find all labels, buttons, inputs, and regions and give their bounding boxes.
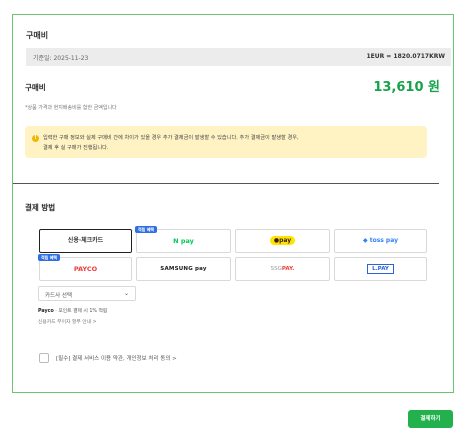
notice-line-1: 입력한 구매 정보와 실제 구매비 간에 차이가 있을 경우 추가 결제금이 발… bbox=[43, 135, 299, 141]
payment-payco-button[interactable]: 적립 혜택 PAYCO bbox=[38, 254, 132, 281]
tosspay-logo: ◆ toss pay bbox=[363, 237, 398, 244]
naverpay-logo: N pay bbox=[173, 237, 194, 245]
rate-value: 1EUR = 1820.0717KRW bbox=[366, 53, 445, 60]
payco-note: Payco · 포인트 결제 시 1% 적립 bbox=[38, 307, 107, 314]
rate-date: 기준일: 2025-11-23 bbox=[33, 55, 89, 62]
payment-lpay-button[interactable]: L.PAY bbox=[334, 257, 427, 281]
payco-logo: PAYCO bbox=[73, 265, 98, 273]
info-icon: ! bbox=[32, 135, 39, 142]
agree-label[interactable]: [필수] 결제 서비스 이용 약관, 개인정보 처리 동의 > bbox=[56, 354, 177, 362]
samsungpay-logo: SAMSUNG pay bbox=[160, 266, 207, 272]
payment-method-title: 결제 방법 bbox=[25, 203, 56, 212]
ssgpay-logo: SSGPAY. bbox=[270, 266, 295, 272]
price-label: 구매비 bbox=[25, 83, 46, 92]
card-company-select[interactable]: 카드사 선택 ⌄ bbox=[38, 286, 136, 301]
payment-card-label: 신용·체크카드 bbox=[67, 237, 104, 244]
payment-ssgpay-button[interactable]: SSGPAY. bbox=[235, 257, 330, 281]
card-select-value: 카드사 선택 bbox=[45, 293, 73, 299]
reward-badge: 적립 혜택 bbox=[135, 226, 158, 233]
payment-samsungpay-button[interactable]: SAMSUNG pay bbox=[136, 257, 231, 281]
purchase-panel: 구매비 기준일: 2025-11-23 1EUR = 1820.0717KRW bbox=[12, 14, 454, 393]
payco-note-text: · 포인트 결제 시 1% 적립 bbox=[53, 309, 108, 314]
reward-badge: 적립 혜택 bbox=[38, 254, 61, 261]
divider bbox=[13, 183, 439, 184]
payment-naverpay-button[interactable]: 적립 혜택 N pay bbox=[135, 226, 231, 253]
pay-button[interactable]: 결제하기 bbox=[408, 410, 453, 428]
price-amount: 13,610 원 bbox=[373, 80, 440, 95]
installment-info-link[interactable]: 신용카드 무이자 할부 안내 > bbox=[38, 318, 97, 325]
kakaopay-logo: ●pay bbox=[269, 236, 296, 245]
payment-card-button[interactable]: 신용·체크카드 bbox=[39, 229, 132, 253]
notice-box: ! 입력한 구매 정보와 실제 구매비 간에 차이가 있을 경우 추가 결제금이… bbox=[25, 126, 427, 158]
exchange-rate-bar: 기준일: 2025-11-23 1EUR = 1820.0717KRW bbox=[26, 48, 451, 66]
notice-line-2: 결제 후 실 구매가 진행됩니다. bbox=[43, 145, 109, 151]
payment-kakaopay-button[interactable]: ●pay bbox=[235, 229, 330, 253]
section-title: 구매비 bbox=[26, 31, 49, 40]
chevron-down-icon: ⌄ bbox=[123, 290, 129, 297]
agree-checkbox[interactable] bbox=[39, 353, 49, 363]
payment-tosspay-button[interactable]: ◆ toss pay bbox=[334, 229, 427, 253]
price-note: *상품 가격과 현지배송비를 합한 금액입니다 bbox=[25, 105, 117, 111]
payco-note-brand: Payco bbox=[38, 309, 54, 314]
lpay-logo: L.PAY bbox=[367, 263, 394, 274]
notice-text: 입력한 구매 정보와 실제 구매비 간에 차이가 있을 경우 추가 결제금이 발… bbox=[43, 133, 413, 153]
